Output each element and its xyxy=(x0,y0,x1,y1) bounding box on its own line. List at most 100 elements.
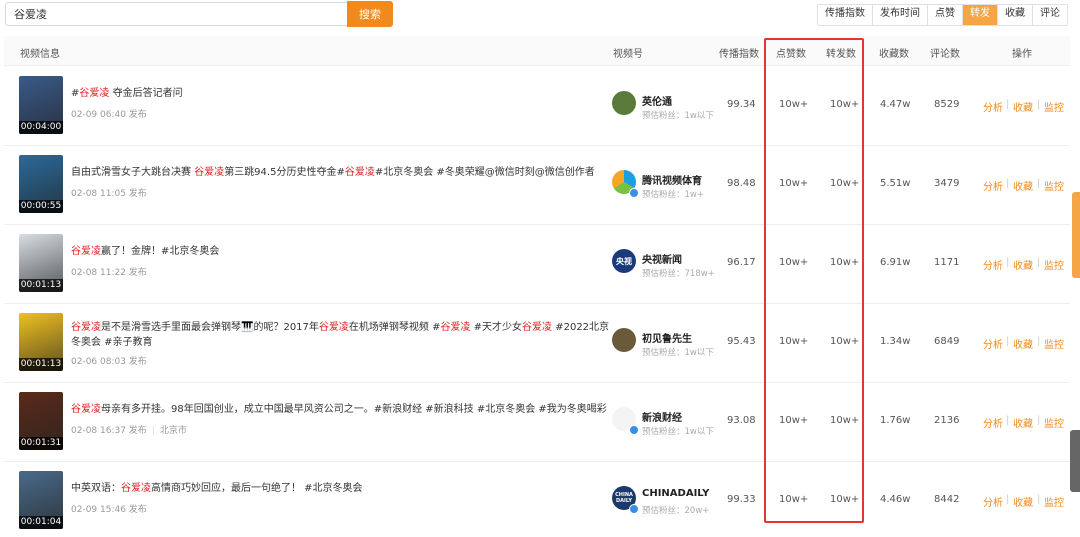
comments-count: 1171 xyxy=(934,257,960,268)
col-likes: 点赞数 xyxy=(776,49,806,60)
sort-tab-2[interactable]: 点赞 xyxy=(928,5,963,25)
channel-name[interactable]: 英伦通 xyxy=(642,93,672,108)
verified-icon xyxy=(629,504,639,514)
action-separator: | xyxy=(1037,494,1041,505)
action-separator: | xyxy=(1037,99,1041,110)
sort-tab-1[interactable]: 发布时间 xyxy=(873,5,928,25)
analyze-link[interactable]: 分析 xyxy=(983,494,1003,509)
publish-time: 02-08 11:22 发布 xyxy=(71,265,147,278)
search-button[interactable]: 搜索 xyxy=(347,1,393,27)
comments-count: 8529 xyxy=(934,99,960,110)
favorite-link[interactable]: 收藏 xyxy=(1013,178,1033,193)
video-thumbnail[interactable]: 00:01:04 xyxy=(19,471,63,529)
title-text: 自由式滑雪女子大跳台决赛 xyxy=(71,167,195,178)
shares-count: 10w+ xyxy=(830,178,860,189)
analyze-link[interactable]: 分析 xyxy=(983,336,1003,351)
comments-count: 8442 xyxy=(934,494,960,505)
analyze-link[interactable]: 分析 xyxy=(983,415,1003,430)
publish-time-text: 02-08 11:22 发布 xyxy=(71,268,147,278)
video-duration: 00:04:00 xyxy=(19,121,63,134)
shares-count: 10w+ xyxy=(830,99,860,110)
side-feedback-tab[interactable] xyxy=(1072,192,1080,278)
publish-time: 02-09 15:46 发布 xyxy=(71,502,147,515)
video-thumbnail[interactable]: 00:04:00 xyxy=(19,76,63,134)
title-text: 在机场弹钢琴视频 # xyxy=(348,322,441,333)
channel-avatar[interactable] xyxy=(612,328,636,352)
table-row: 00:01:31 谷爱凌母亲有多开挂。98年回国创业，成立中国最早风资公司之一。#… xyxy=(4,383,1070,462)
monitor-link[interactable]: 监控 xyxy=(1044,178,1064,193)
channel-name[interactable]: CHINADAILY xyxy=(642,488,709,499)
sort-tab-4[interactable]: 收藏 xyxy=(998,5,1033,25)
sort-tab-5[interactable]: 评论 xyxy=(1033,5,1067,25)
video-title[interactable]: 谷爱凌赢了！金牌！#北京冬奥会 xyxy=(71,244,611,259)
publish-time-text: 02-09 06:40 发布 xyxy=(71,110,147,120)
col-actions: 操作 xyxy=(1012,49,1032,60)
table-row: 00:01:13 谷爱凌是不是滑雪选手里面最会弹钢琴🎹的呢？2017年谷爱凌在机场… xyxy=(4,304,1070,383)
spread-index: 93.08 xyxy=(727,415,756,426)
title-text: 第三跳94.5分历史性夺金# xyxy=(224,167,345,178)
title-text: 中英双语： xyxy=(71,483,121,494)
verified-icon xyxy=(629,188,639,198)
col-shares: 转发数 xyxy=(826,49,856,60)
likes-count: 10w+ xyxy=(779,99,809,110)
analyze-link[interactable]: 分析 xyxy=(983,99,1003,114)
channel-name[interactable]: 腾讯视频体育 xyxy=(642,172,702,187)
channel-fans: 预估粉丝：20w+ xyxy=(642,506,710,516)
favorites-count: 6.91w xyxy=(880,257,911,268)
side-back-to-top-widget[interactable] xyxy=(1070,430,1080,492)
title-text: #北京冬奥会 #冬奥荣耀@微信时刻@微信创作者 xyxy=(374,167,595,178)
comments-count: 2136 xyxy=(934,415,960,426)
publish-time: 02-08 11:05 发布 xyxy=(71,186,147,199)
publish-time-text: 02-06 08:03 发布 xyxy=(71,357,147,367)
title-keyword-highlight: 谷爱凌 xyxy=(71,246,101,257)
favorite-link[interactable]: 收藏 xyxy=(1013,257,1033,272)
video-thumbnail[interactable]: 00:01:31 xyxy=(19,392,63,450)
col-favorites: 收藏数 xyxy=(879,49,909,60)
video-title[interactable]: 谷爱凌母亲有多开挂。98年回国创业，成立中国最早风资公司之一。#新浪财经 #新浪… xyxy=(71,402,611,417)
channel-avatar[interactable] xyxy=(612,91,636,115)
likes-count: 10w+ xyxy=(779,494,809,505)
search-input[interactable] xyxy=(5,2,350,26)
analyze-link[interactable]: 分析 xyxy=(983,178,1003,193)
monitor-link[interactable]: 监控 xyxy=(1044,257,1064,272)
video-thumbnail[interactable]: 00:01:13 xyxy=(19,313,63,371)
channel-name[interactable]: 初见鲁先生 xyxy=(642,330,692,345)
channel-name[interactable]: 新浪财经 xyxy=(642,409,682,424)
favorite-link[interactable]: 收藏 xyxy=(1013,99,1033,114)
monitor-link[interactable]: 监控 xyxy=(1044,336,1064,351)
video-thumbnail[interactable]: 00:00:55 xyxy=(19,155,63,213)
favorite-link[interactable]: 收藏 xyxy=(1013,415,1033,430)
channel-avatar[interactable]: 央视 xyxy=(612,249,636,273)
favorite-link[interactable]: 收藏 xyxy=(1013,494,1033,509)
action-separator: | xyxy=(1006,494,1010,505)
video-title[interactable]: 谷爱凌是不是滑雪选手里面最会弹钢琴🎹的呢？2017年谷爱凌在机场弹钢琴视频 #谷… xyxy=(71,320,611,350)
analyze-link[interactable]: 分析 xyxy=(983,257,1003,272)
monitor-link[interactable]: 监控 xyxy=(1044,99,1064,114)
spread-index: 98.48 xyxy=(727,178,756,189)
video-title[interactable]: #谷爱凌 夺金后答记者问 xyxy=(71,86,611,101)
monitor-link[interactable]: 监控 xyxy=(1044,494,1064,509)
video-duration: 00:01:13 xyxy=(19,358,63,371)
shares-count: 10w+ xyxy=(830,336,860,347)
monitor-link[interactable]: 监控 xyxy=(1044,415,1064,430)
title-text: 夺金后答记者问 xyxy=(109,88,183,99)
action-separator: | xyxy=(1006,336,1010,347)
publish-time: 02-08 16:37 发布 | 北京市 xyxy=(71,423,187,436)
video-title[interactable]: 自由式滑雪女子大跳台决赛 谷爱凌第三跳94.5分历史性夺金#谷爱凌#北京冬奥会 … xyxy=(71,165,611,180)
video-title[interactable]: 中英双语：谷爱凌高情商巧妙回应，最后一句绝了！ #北京冬奥会 xyxy=(71,481,611,496)
title-text: 赢了！金牌！#北京冬奥会 xyxy=(101,246,220,257)
title-keyword-highlight: 谷爱凌 xyxy=(318,322,349,333)
title-keyword-highlight: 谷爱凌 xyxy=(522,322,553,333)
col-video-info: 视频信息 xyxy=(20,49,60,60)
channel-fans: 预估粉丝：718w+ xyxy=(642,269,715,279)
video-thumbnail[interactable]: 00:01:13 xyxy=(19,234,63,292)
channel-name[interactable]: 央视新闻 xyxy=(642,251,682,266)
action-separator: | xyxy=(1006,178,1010,189)
sort-tab-3[interactable]: 转发 xyxy=(963,5,998,25)
spread-index: 99.33 xyxy=(727,494,756,505)
favorite-link[interactable]: 收藏 xyxy=(1013,336,1033,351)
likes-count: 10w+ xyxy=(779,178,809,189)
likes-count: 10w+ xyxy=(779,336,809,347)
table-row: 00:00:55 自由式滑雪女子大跳台决赛 谷爱凌第三跳94.5分历史性夺金#谷爱… xyxy=(4,146,1070,225)
sort-tab-0[interactable]: 传播指数 xyxy=(818,5,873,25)
